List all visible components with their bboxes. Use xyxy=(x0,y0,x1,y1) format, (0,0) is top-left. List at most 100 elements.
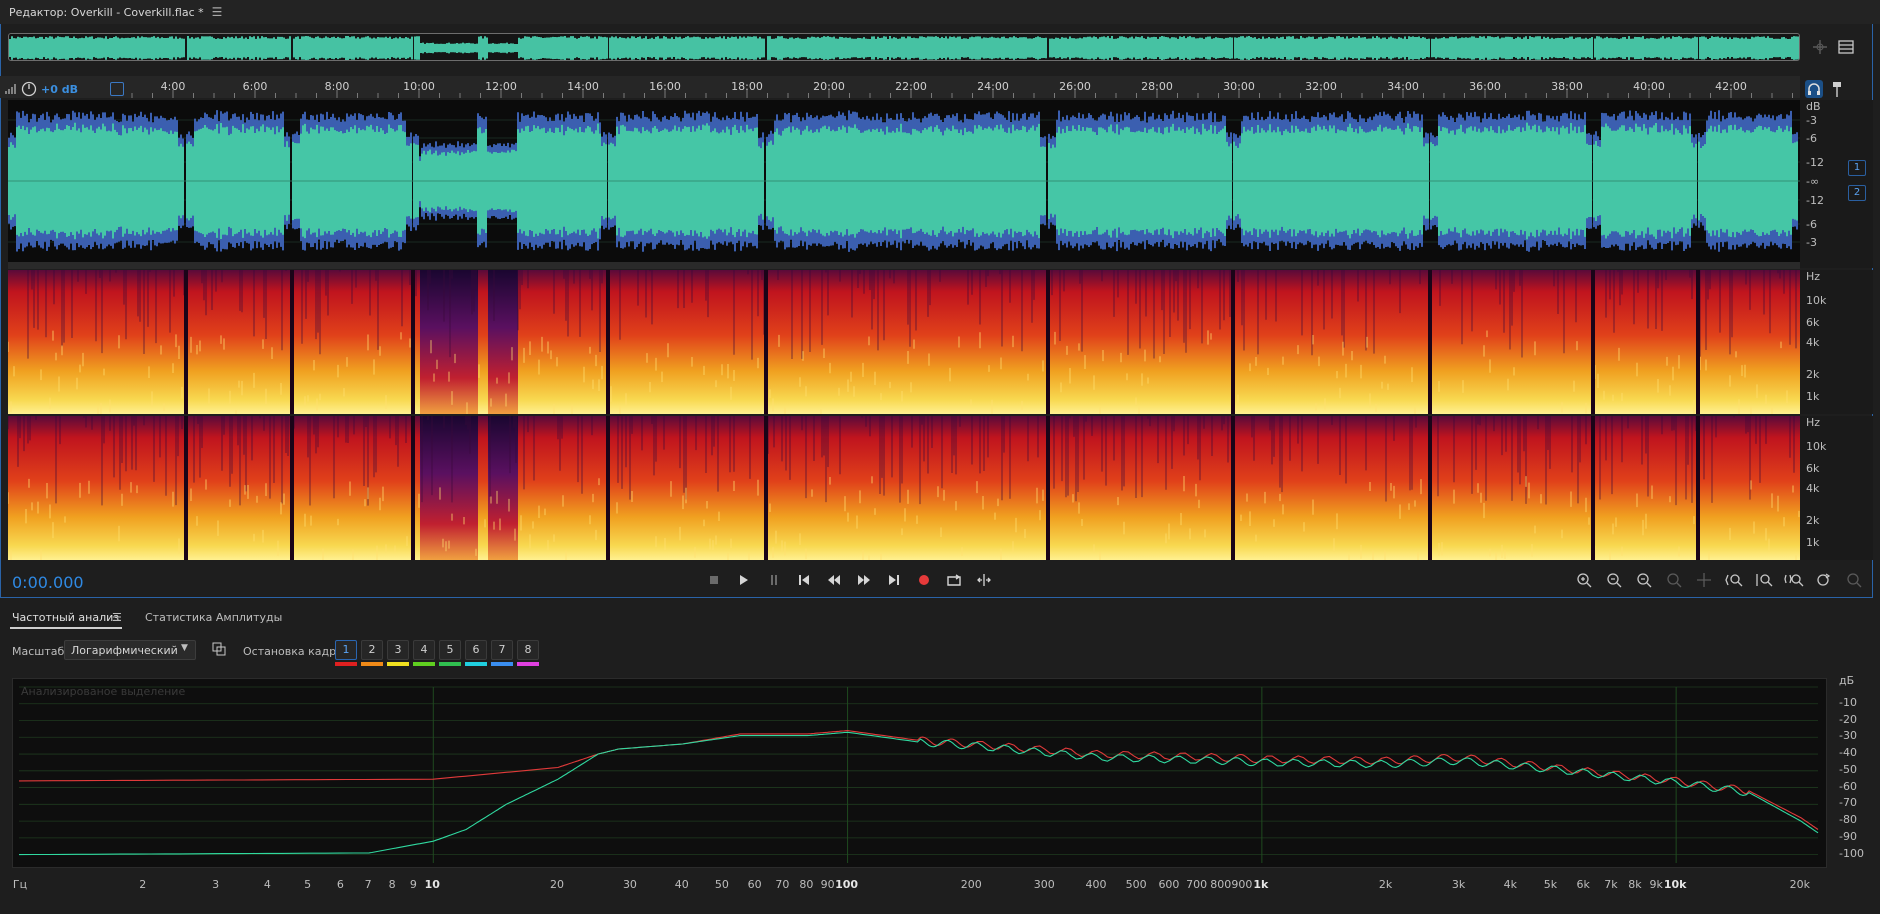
ruler-label: 24:00 xyxy=(977,80,1009,93)
frequency-tick-label: 10 xyxy=(424,878,440,891)
go-to-start-button[interactable] xyxy=(792,570,816,590)
frequency-tick-label: 3 xyxy=(212,878,220,891)
headphones-icon[interactable] xyxy=(1805,80,1823,98)
view-divider-handle[interactable] xyxy=(8,262,1800,269)
freeze-frame-6-button[interactable]: 6 xyxy=(465,640,487,660)
db-label: -12 xyxy=(1806,194,1824,207)
frequency-tick-label: 20k xyxy=(1789,878,1811,891)
skip-selection-button[interactable] xyxy=(972,570,996,590)
zoom-in-amplitude-icon xyxy=(1577,573,1592,588)
frequency-tick-label: 20 xyxy=(549,878,564,891)
frequency-tick-label: 700 xyxy=(1186,878,1208,891)
zoom-selection-button[interactable] xyxy=(1722,570,1746,590)
ruler-label: 10:00 xyxy=(403,80,435,93)
hz-label: 2k xyxy=(1806,514,1820,527)
overview-segment xyxy=(767,36,1047,60)
db-tick-label: -90 xyxy=(1839,829,1857,843)
zoom-in-time-button[interactable] xyxy=(1632,570,1656,590)
zoom-to-in-point-button[interactable] xyxy=(1752,570,1776,590)
stop-button[interactable] xyxy=(702,570,726,590)
zoom-out-full-button[interactable] xyxy=(1842,570,1866,590)
gain-knob-icon[interactable] xyxy=(21,81,37,97)
skip-start-icon xyxy=(799,575,809,585)
zoom-out-amplitude-button[interactable] xyxy=(1602,570,1626,590)
frequency-tick-label: 5 xyxy=(304,878,312,891)
tab-menu-icon[interactable]: ☰ xyxy=(112,611,122,624)
db-label: -3 xyxy=(1806,236,1817,249)
spectral-display-left[interactable] xyxy=(8,270,1800,414)
go-to-end-button[interactable] xyxy=(882,570,906,590)
freeze-frame-2-button[interactable]: 2 xyxy=(361,640,383,660)
play-button[interactable] xyxy=(732,570,756,590)
zoom-reset-button[interactable] xyxy=(1812,570,1836,590)
rewind-icon xyxy=(828,575,840,585)
copy-frame-icon[interactable] xyxy=(212,642,226,656)
freeze-frame-7-button[interactable]: 7 xyxy=(491,640,513,660)
rewind-button[interactable] xyxy=(822,570,846,590)
spectrum-series-line xyxy=(18,731,1819,856)
spectral-display-right[interactable] xyxy=(8,416,1800,560)
db-label: -12 xyxy=(1806,156,1824,169)
record-icon xyxy=(919,575,929,585)
timeline-ruler[interactable]: 4:00 6:00 8:00 10:00 12:00 14:00 16:00 18:00 20:… xyxy=(0,76,1800,98)
loop-button[interactable] xyxy=(942,570,966,590)
freeze-frame-8-button[interactable]: 8 xyxy=(517,640,539,660)
frequency-plot[interactable]: Анализированое выделение xyxy=(12,678,1827,868)
waveform-display[interactable] xyxy=(8,100,1800,262)
display-options-icon[interactable] xyxy=(1838,39,1854,55)
spectrogram-gap xyxy=(1428,270,1432,414)
freeze-frame-4-button[interactable]: 4 xyxy=(413,640,435,660)
active-tab-underline xyxy=(10,627,122,629)
channel-2-toggle[interactable]: 2 xyxy=(1848,185,1866,201)
zoom-navigator-icon[interactable] xyxy=(1812,39,1828,55)
frequency-graph xyxy=(18,686,1819,863)
record-button[interactable] xyxy=(912,570,936,590)
zoom-full-button[interactable] xyxy=(1692,570,1716,590)
pin-hud-icon[interactable] xyxy=(110,82,124,96)
freeze-frame-1-button[interactable]: 1 xyxy=(335,640,357,660)
frequency-tick-label: 6 xyxy=(336,878,344,891)
ruler-label: 8:00 xyxy=(324,80,350,93)
scale-dropdown[interactable]: Логарифмический xyxy=(64,640,196,660)
frequency-tick-label: 900 xyxy=(1231,878,1253,891)
hz-label: Hz xyxy=(1806,270,1821,283)
frequency-tick-label: 70 xyxy=(775,878,790,891)
spectrogram-gap xyxy=(1231,416,1235,560)
zoom-out-amplitude-icon xyxy=(1607,573,1622,588)
frequency-tick-label: 9 xyxy=(409,878,417,891)
frequency-tick-label: 8 xyxy=(388,878,396,891)
overview-navigator[interactable] xyxy=(8,33,1800,61)
overview-segment xyxy=(414,36,608,60)
frequency-tick-label: 2k xyxy=(1378,878,1393,891)
spectrogram-gap xyxy=(764,270,768,414)
tab-amplitude-statistics[interactable]: Статистика Амплитуды xyxy=(145,611,282,624)
db-label: -6 xyxy=(1806,132,1817,145)
zoom-in-amplitude-button[interactable] xyxy=(1572,570,1596,590)
spectrogram-quiet-region xyxy=(488,270,518,414)
freeze-frame-5-button[interactable]: 5 xyxy=(439,640,461,660)
hz-label: 1k xyxy=(1806,536,1820,549)
frequency-tick-label: 800 xyxy=(1210,878,1232,891)
hz-label: 10k xyxy=(1806,440,1827,453)
marker-icon[interactable] xyxy=(1830,80,1844,98)
ruler-label: 26:00 xyxy=(1059,80,1091,93)
pause-button[interactable] xyxy=(762,570,786,590)
plot-frequency-axis: Гц 2 3 4 5 6 7 8 9 10 20 30 40 50 60 70 80 90 100 200 300 400… xyxy=(12,868,1827,896)
zoom-out-time-button[interactable] xyxy=(1662,570,1686,590)
current-time[interactable]: 0:00.000 xyxy=(12,573,84,592)
zoom-in-time-icon xyxy=(1637,573,1652,588)
stop-icon xyxy=(710,576,718,584)
spectrogram-gap xyxy=(411,416,415,560)
meter-icon xyxy=(5,84,16,94)
db-tick-label: -100 xyxy=(1839,846,1864,860)
zoom-to-out-point-button[interactable] xyxy=(1782,570,1806,590)
fast-forward-icon xyxy=(858,575,870,585)
panel-menu-icon[interactable]: ☰ xyxy=(212,5,223,19)
freeze-frame-3-button[interactable]: 3 xyxy=(387,640,409,660)
gain-hud[interactable]: +0 dB xyxy=(0,80,78,98)
tab-frequency-analysis[interactable]: Частотный анализ xyxy=(12,611,119,624)
channel-1-toggle[interactable]: 1 xyxy=(1848,160,1866,176)
spectrogram-gap xyxy=(290,270,294,414)
fast-forward-button[interactable] xyxy=(852,570,876,590)
ruler-label: 16:00 xyxy=(649,80,681,93)
